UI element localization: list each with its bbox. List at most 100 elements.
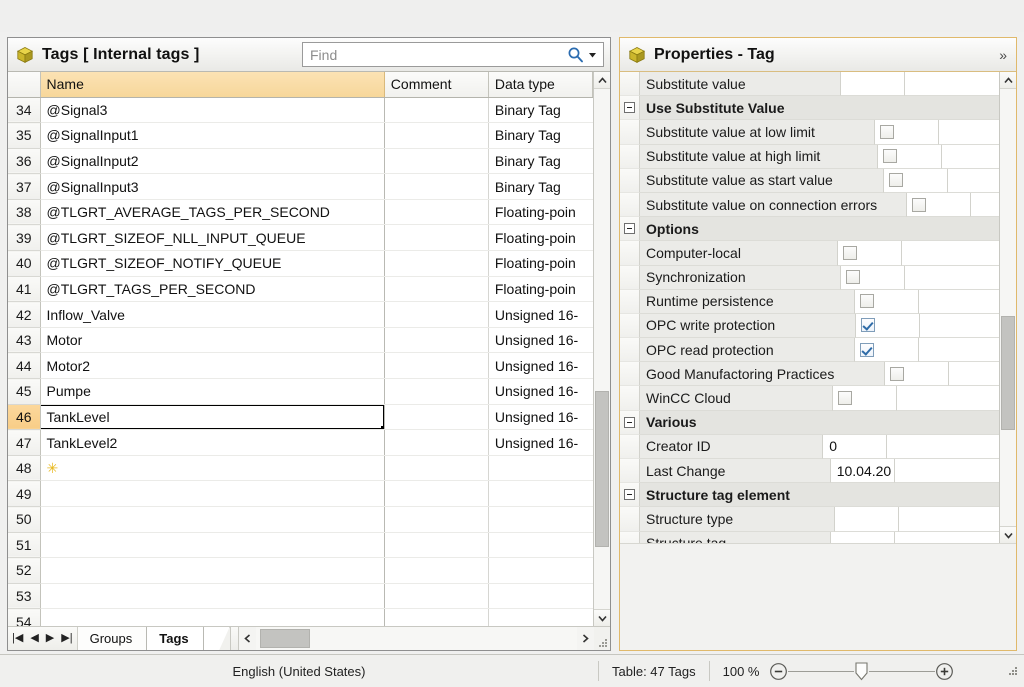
row-number-cell[interactable]: 49 [8,480,41,507]
property-checkbox[interactable] [843,245,858,260]
property-value[interactable] [831,531,896,543]
tag-name-cell[interactable]: Motor [40,327,385,354]
table-row[interactable]: 40 @TLGRT_SIZEOF_NOTIFY_QUEUE Floating-poi… [8,250,593,277]
comment-cell[interactable] [384,327,489,354]
column-header-name[interactable]: Name [40,72,385,98]
comment-cell[interactable] [384,224,489,252]
hscroll-splitter-grip[interactable] [229,627,239,650]
row-number-cell[interactable]: 48 [8,455,41,482]
property-value[interactable]: 0 [823,434,888,459]
table-row[interactable]: 47 TankLevel2 Unsigned 16- [8,429,593,456]
data-type-cell[interactable]: Unsigned 16- [488,378,593,405]
row-number-cell[interactable]: 38 [8,199,41,226]
data-type-cell[interactable] [488,532,593,559]
row-number-cell[interactable]: 39 [8,224,41,252]
table-row[interactable]: 50 [8,506,593,533]
comment-cell[interactable] [384,97,489,124]
property-value[interactable] [833,386,898,411]
property-value[interactable] [840,72,905,97]
row-number-cell[interactable]: 43 [8,327,41,354]
previous-record-icon[interactable]: ◀ [30,633,38,644]
property-checkbox[interactable] [859,342,874,357]
collapse-expander-icon[interactable] [624,223,635,235]
table-row[interactable]: 53 [8,583,593,610]
property-row[interactable]: Creator ID 0 [620,434,999,459]
tag-name-cell[interactable]: @TLGRT_AVERAGE_TAGS_PER_SECOND [40,199,385,226]
search-icon[interactable] [567,46,584,63]
comment-cell[interactable] [384,532,489,559]
scroll-up-button[interactable] [1000,72,1016,89]
comment-cell[interactable] [384,506,489,533]
tag-name-cell[interactable] [40,557,385,584]
zoom-out-icon[interactable] [769,662,788,681]
comment-cell[interactable] [384,455,489,482]
property-row[interactable]: Computer-local [620,241,999,266]
hscroll-track[interactable] [255,627,577,650]
scroll-down-button[interactable] [1000,526,1016,543]
property-value[interactable] [854,289,919,314]
tag-name-cell[interactable]: Motor2 [40,352,385,380]
comment-cell[interactable] [384,404,489,431]
table-row[interactable]: 34 @Signal3 Binary Tag [8,97,593,124]
scroll-thumb[interactable] [595,390,609,547]
tab-tags[interactable]: Tags [147,627,204,650]
comment-cell[interactable] [384,557,489,584]
property-row[interactable]: Substitute value as start value [620,168,999,193]
comment-cell[interactable] [384,480,489,507]
table-row[interactable]: 36 @SignalInput2 Binary Tag [8,148,593,175]
data-type-cell[interactable] [488,480,593,507]
row-number-cell[interactable]: 37 [8,173,41,200]
table-row[interactable]: 46 TankLevel Unsigned 16- [8,404,593,431]
property-value[interactable] [838,241,903,266]
property-row[interactable]: Substitute value on connection errors [620,192,999,218]
table-row[interactable]: 39 @TLGRT_SIZEOF_NLL_INPUT_QUEUE Floating-… [8,224,593,252]
data-type-cell[interactable]: Binary Tag [488,173,593,200]
property-checkbox[interactable] [890,366,905,381]
data-type-cell[interactable] [488,506,593,533]
table-row[interactable]: 43 Motor Unsigned 16- [8,327,593,354]
tag-name-cell[interactable]: @TLGRT_SIZEOF_NOTIFY_QUEUE [40,250,385,277]
property-value[interactable] [834,507,899,532]
tag-name-cell[interactable]: TankLevel2 [40,429,385,456]
data-type-cell[interactable] [488,557,593,584]
property-row[interactable]: Good Manufactoring Practices [620,362,999,387]
comment-cell[interactable] [384,199,489,226]
table-row[interactable]: 38 @TLGRT_AVERAGE_TAGS_PER_SECOND Floating… [8,199,593,226]
zoom-slider-control[interactable] [769,661,954,681]
search-input[interactable] [310,46,567,63]
property-checkbox[interactable] [883,149,898,164]
tag-name-cell[interactable]: @SignalInput3 [40,173,385,200]
property-row[interactable]: Substitute value at low limit [620,120,999,145]
comment-cell[interactable] [384,378,489,405]
tag-name-cell[interactable] [40,583,385,610]
row-number-cell[interactable]: 52 [8,557,41,584]
row-number-cell[interactable]: 45 [8,378,41,405]
table-row[interactable]: 41 @TLGRT_TAGS_PER_SECOND Floating-poin [8,276,593,303]
property-checkbox[interactable] [845,270,860,285]
tag-name-cell[interactable]: @SignalInput1 [40,122,385,149]
double-chevron-right-icon[interactable]: » [999,47,1007,63]
column-header-rownum[interactable] [8,72,41,98]
row-number-cell[interactable]: 50 [8,506,41,533]
tag-name-cell[interactable]: Inflow_Valve [40,301,385,328]
property-value[interactable] [854,338,919,363]
window-resize-grip-icon[interactable] [1007,665,1019,677]
tag-name-cell[interactable] [40,506,385,533]
data-type-cell[interactable]: Binary Tag [488,97,593,124]
zoom-in-icon[interactable] [935,662,954,681]
scroll-track[interactable] [1000,89,1016,526]
property-value[interactable] [875,120,940,145]
tags-vertical-scrollbar[interactable] [593,72,610,626]
find-box[interactable] [302,42,604,67]
tag-name-cell[interactable]: Pumpe [40,378,385,405]
tag-name-cell[interactable] [40,480,385,507]
row-number-cell[interactable]: 44 [8,352,41,380]
row-number-cell[interactable]: 46 [8,404,41,431]
property-value[interactable]: 10.04.20 [830,459,895,484]
data-type-cell[interactable]: Floating-poin [488,199,593,226]
data-type-cell[interactable]: Unsigned 16- [488,429,593,456]
data-type-cell[interactable]: Binary Tag [488,122,593,149]
property-value[interactable] [840,265,905,290]
chevron-down-icon[interactable] [586,48,599,61]
comment-cell[interactable] [384,148,489,175]
